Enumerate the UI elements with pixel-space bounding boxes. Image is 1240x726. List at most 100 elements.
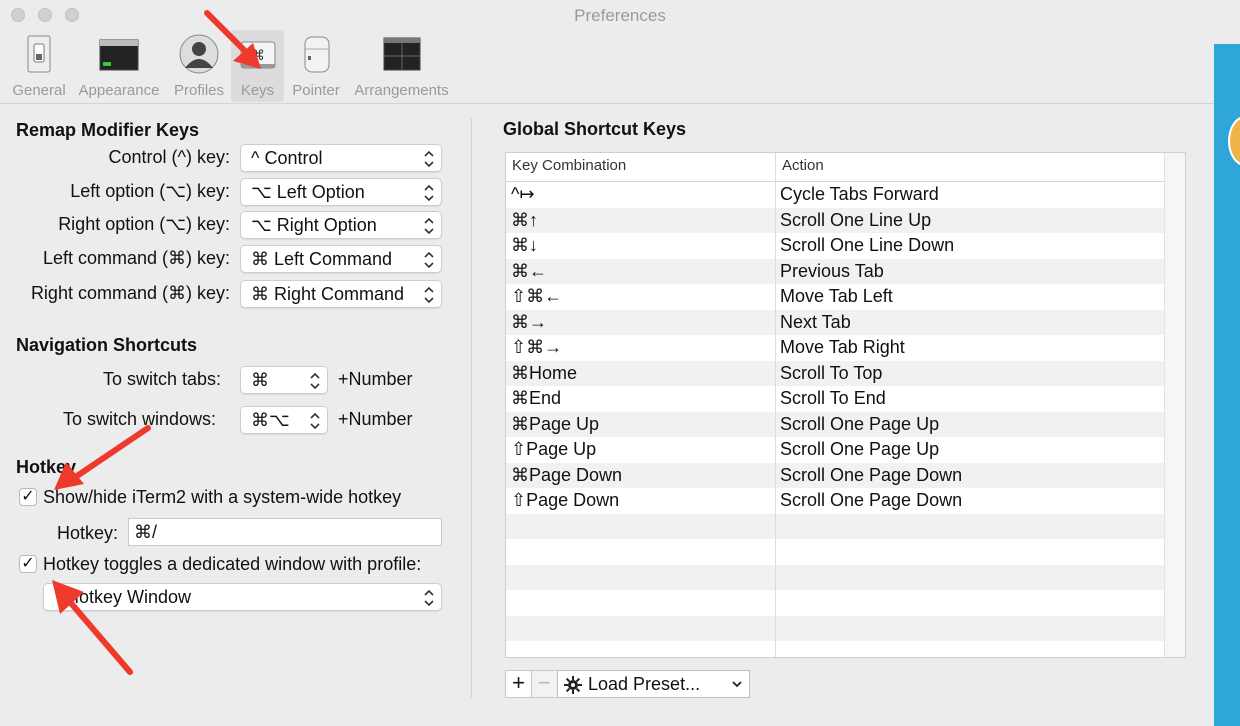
key-combination-cell: ^↦ xyxy=(511,184,535,204)
showhide-hotkey-checkbox[interactable]: ✓ xyxy=(19,488,37,506)
table-row[interactable]: ⇧⌘← Move Tab Left xyxy=(506,284,1165,311)
key-combination-cell: ⌘← xyxy=(511,260,547,281)
global-shortcuts-table: Key Combination Action ^↦ Cycle Tabs Forw… xyxy=(505,152,1186,658)
table-row[interactable]: ⌘↓ Scroll One Line Down xyxy=(506,233,1165,260)
key-combination-cell: ⌘↑ xyxy=(511,209,538,230)
remap-heading: Remap Modifier Keys xyxy=(16,120,200,140)
action-cell: Next Tab xyxy=(780,311,851,332)
key-combination-cell: ⌘Home xyxy=(511,362,578,383)
gear-icon xyxy=(564,676,582,694)
switch-windows-popup[interactable]: ⌘⌥ xyxy=(240,406,328,434)
column-header-action[interactable]: Action xyxy=(776,153,1165,181)
table-row xyxy=(506,615,1165,642)
tab-profiles[interactable]: Profiles xyxy=(168,30,230,102)
showhide-hotkey-label: Show/hide iTerm2 with a system-wide hotk… xyxy=(43,487,402,507)
tab-keys[interactable]: ⌘ Keys xyxy=(231,30,284,102)
control-key-popup[interactable]: ^ Control xyxy=(240,144,442,172)
preferences-toolbar: General Appearance Profiles ⌘ Keys Point… xyxy=(0,28,1240,104)
table-row[interactable]: ⌘Page Up Scroll One Page Up xyxy=(506,411,1165,438)
chevron-up-down-icon xyxy=(424,184,434,202)
table-row[interactable]: ⌘→ Next Tab xyxy=(506,309,1165,336)
column-header-key[interactable]: Key Combination xyxy=(506,153,776,181)
switch-tabs-popup[interactable]: ⌘ xyxy=(240,366,328,394)
hotkey-field[interactable]: ⌘/ xyxy=(128,518,442,546)
table-row[interactable]: ⇧⌘→ Move Tab Right xyxy=(506,335,1165,362)
table-row[interactable]: ⌘Home Scroll To Top xyxy=(506,360,1165,387)
chevron-up-down-icon xyxy=(424,589,434,607)
control-key-label: Control (^) key: xyxy=(108,147,230,167)
background-window xyxy=(1214,44,1240,726)
right-option-key-value: ⌥ Right Option xyxy=(251,215,377,235)
action-cell: Cycle Tabs Forward xyxy=(780,184,939,204)
key-combination-cell: ⇧⌘→ xyxy=(511,337,563,357)
right-command-key-label: Right command (⌘) key: xyxy=(30,283,230,303)
switch-tabs-label: To switch tabs: xyxy=(103,369,222,389)
left-command-key-popup[interactable]: ⌘ Left Command xyxy=(240,245,442,273)
tab-keys-label: Keys xyxy=(240,82,275,99)
hotkey-heading: Hotkey xyxy=(16,457,77,477)
window-title: Preferences xyxy=(574,6,666,25)
table-row[interactable]: ⌘Page Down Scroll One Page Down xyxy=(506,462,1165,489)
table-row xyxy=(506,564,1165,591)
table-scrollbar[interactable] xyxy=(1164,153,1185,657)
left-option-key-popup[interactable]: ⌥ Left Option xyxy=(240,178,442,206)
table-header: Key Combination Action xyxy=(506,153,1185,182)
table-row[interactable]: ⇧Page Down Scroll One Page Down xyxy=(506,488,1165,515)
switch-windows-label: To switch windows: xyxy=(63,409,217,429)
key-combination-cell: ⌘End xyxy=(511,388,562,408)
action-cell: Scroll One Page Up xyxy=(780,413,940,434)
hotkey-profile-value: Hotkey Window xyxy=(66,587,192,607)
add-shortcut-button[interactable]: + xyxy=(505,670,532,698)
right-option-key-popup[interactable]: ⌥ Right Option xyxy=(240,211,442,239)
action-cell: Scroll One Line Up xyxy=(780,209,932,230)
hotkey-profile-popup[interactable]: Hotkey Window xyxy=(43,583,442,611)
column-divider xyxy=(775,153,776,657)
tab-arrangements-label: Arrangements xyxy=(354,82,449,99)
chevron-up-down-icon xyxy=(424,150,434,168)
tab-general[interactable]: General xyxy=(8,30,70,102)
tab-appearance-label: Appearance xyxy=(78,82,160,99)
right-command-key-popup[interactable]: ⌘ Right Command xyxy=(240,280,442,308)
control-key-value: ^ Control xyxy=(251,148,323,168)
dedicated-window-label: Hotkey toggles a dedicated window with p… xyxy=(43,554,422,574)
tab-appearance[interactable]: Appearance xyxy=(75,30,163,102)
avatar xyxy=(1228,116,1240,166)
pointer-mouse-icon xyxy=(304,36,330,73)
left-option-key-value: ⌥ Left Option xyxy=(251,182,365,202)
keys-command-icon: ⌘ xyxy=(240,41,275,69)
checkmark-icon: ✓ xyxy=(21,488,35,505)
tab-profiles-label: Profiles xyxy=(173,82,225,99)
right-option-key-label: Right option (⌥) key: xyxy=(58,214,230,234)
table-row xyxy=(506,641,1165,657)
svg-text:⌘: ⌘ xyxy=(251,48,265,64)
key-combination-cell: ⇧Page Up xyxy=(511,439,597,459)
action-cell: Scroll One Page Up xyxy=(780,439,940,459)
dedicated-window-checkbox[interactable]: ✓ xyxy=(19,555,37,573)
navigation-heading: Navigation Shortcuts xyxy=(16,335,198,355)
tab-pointer[interactable]: Pointer xyxy=(286,30,346,102)
left-command-key-label: Left command (⌘) key: xyxy=(42,248,230,268)
left-option-key-label: Left option (⌥) key: xyxy=(70,181,230,201)
remove-shortcut-button[interactable]: − xyxy=(531,670,558,698)
chevron-up-down-icon xyxy=(310,412,320,430)
load-preset-label: Load Preset... xyxy=(588,674,701,694)
switch-windows-value: ⌘⌥ xyxy=(251,410,290,430)
tab-general-label: General xyxy=(12,82,66,99)
table-row[interactable]: ⌘← Previous Tab xyxy=(506,258,1165,285)
action-cell: Previous Tab xyxy=(780,260,884,281)
chevron-up-down-icon xyxy=(310,372,320,390)
table-row[interactable]: ⌘↑ Scroll One Line Up xyxy=(506,207,1165,234)
tab-arrangements[interactable]: Arrangements xyxy=(350,30,453,102)
checkmark-icon: ✓ xyxy=(21,555,35,572)
load-preset-button[interactable]: Load Preset... xyxy=(557,670,750,698)
table-row[interactable]: ⌘End Scroll To End xyxy=(506,386,1165,413)
appearance-window-icon xyxy=(99,39,139,71)
key-combination-cell: ⌘Page Up xyxy=(511,413,600,434)
general-switch-icon xyxy=(27,35,51,73)
table-row[interactable]: ⇧Page Up Scroll One Page Up xyxy=(506,437,1165,464)
switch-windows-suffix: +Number xyxy=(338,409,413,429)
switch-tabs-suffix: +Number xyxy=(338,369,413,389)
right-command-key-value: ⌘ Right Command xyxy=(251,284,405,304)
table-row[interactable]: ^↦ Cycle Tabs Forward xyxy=(506,182,1165,209)
left-command-key-value: ⌘ Left Command xyxy=(251,249,393,269)
